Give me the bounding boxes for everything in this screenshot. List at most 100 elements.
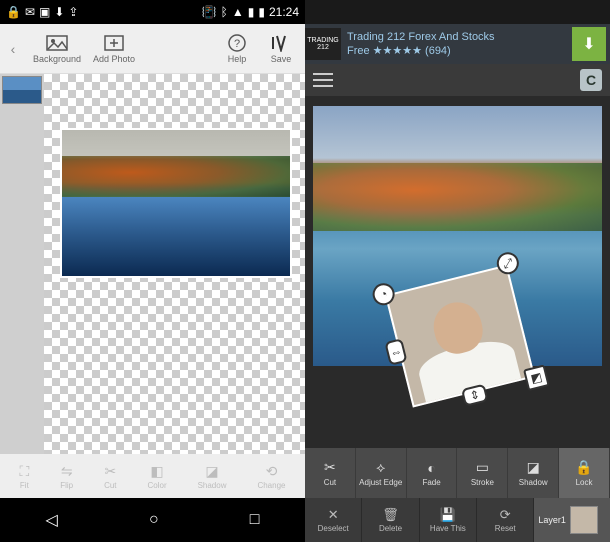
bt-icon: ᛒ [221,5,228,19]
change-button[interactable]: ⟲Change [257,463,285,490]
close-icon: ✕ [328,507,339,523]
save-button[interactable]: Save [261,34,301,64]
right-phone: TRADING 212 Trading 212 Forex And Stocks… [305,0,610,542]
shadow-button[interactable]: ◪Shadow [198,463,227,490]
ad-title: Trading 212 Forex And Stocks [347,30,572,44]
nav-back[interactable]: ◁ [46,510,58,530]
menu-button[interactable] [313,73,333,87]
layer-thumb [570,506,598,534]
shadow-label: Shadow [519,478,548,487]
change-icon: ⟲ [266,463,278,480]
nav-home[interactable]: ○ [149,511,159,529]
bottom-toolbar: ⛶Fit ⇋Flip ✂Cut ◧Color ◪Shadow ⟲Change [0,454,305,498]
cut-button[interactable]: ✂ Cut [305,448,356,498]
background-photo[interactable] [60,128,292,278]
background-button[interactable]: Background [28,34,86,64]
color-button[interactable]: ◧Color [147,463,166,490]
ad-logo-text: TRADING [307,37,339,44]
status-bar: 🔒 ✉ ▣ ⬇ ⇪ 📳 ᛒ ▲ ▮ ▮ 21:24 [0,0,305,24]
fade-icon: ◐ [427,460,435,476]
lock-icon: 🔒 [6,5,21,19]
ad-subtitle: Free ★★★★★ (694) [347,44,572,58]
cut-button[interactable]: ✂Cut [104,463,116,490]
nav-recent[interactable]: □ [250,511,260,529]
back-button[interactable]: ‹ [4,41,22,57]
vibrate-icon: 📳 [202,5,217,19]
lock-icon: 🔒 [575,459,592,476]
flip-icon: ⇋ [61,463,73,480]
adjust-icon: ⟡ [376,459,385,476]
top-toolbar: ‹ Background Add Photo ? Help Save [0,24,305,74]
scissors-icon: ✂ [104,463,116,480]
canvas-area[interactable]: ◔ ⤢ ⇔ ⇕ ◩ [305,96,610,448]
signal-icon: ▮ [248,5,255,19]
status-bar [305,0,610,24]
canvas-area[interactable] [0,74,305,454]
update-icon: ⇪ [68,5,78,19]
help-label: Help [228,54,247,64]
color-icon: ◧ [150,463,163,480]
fit-button[interactable]: ⛶Fit [19,463,29,490]
save-label: Save [271,54,292,64]
status-right-icons: 📳 ᛒ ▲ ▮ ▮ 21:24 [202,5,299,19]
layer-tab[interactable]: Layer1 [534,498,610,542]
flip-button[interactable]: ⇋Flip [60,463,73,490]
deselect-button[interactable]: ✕Deselect [305,498,362,542]
add-icon [103,34,125,52]
download-button[interactable]: ⬇ [572,27,606,61]
layer-thumbnail[interactable] [2,76,42,104]
flip-label: Flip [60,481,73,490]
battery-icon: ▮ [258,5,265,19]
status-left-icons: 🔒 ✉ ▣ ⬇ ⇪ [6,5,78,19]
shadow-button[interactable]: ◪ Shadow [508,448,559,498]
deselect-label: Deselect [318,524,349,533]
app-icon: ▣ [39,5,50,19]
reset-label: Reset [495,524,516,533]
reset-icon: ⟳ [500,507,511,523]
ad-logo: TRADING 212 [305,28,341,60]
text-icon [270,34,292,52]
fit-icon: ⛶ [19,463,29,480]
clock: 21:24 [269,5,299,19]
c-badge[interactable]: C [580,69,602,91]
stroke-button[interactable]: ▭ Stroke [457,448,508,498]
change-label: Change [257,481,285,490]
delete-button[interactable]: 🗑Delete [362,498,419,542]
image-icon [46,34,68,52]
stroke-icon: ▭ [476,459,489,476]
save-icon: 💾 [440,507,456,523]
adjust-edge-button[interactable]: ⟡Adjust Edge [356,448,407,498]
lock-button[interactable]: 🔒 Lock [559,448,610,498]
trash-icon: 🗑 [382,507,399,523]
cut-label: Cut [104,481,116,490]
android-navbar: ◁ ○ □ [0,498,305,542]
download-icon: ⬇ [54,5,64,19]
shadow-label: Shadow [198,481,227,490]
help-button[interactable]: ? Help [219,34,255,64]
svg-text:?: ? [234,38,240,50]
cut-label: Cut [324,478,336,487]
shadow-icon: ◪ [527,459,540,476]
tools-row-1: ✂Cut ⟡Adjust Edge ◐Fade ▭Stroke ◪Shadow … [305,448,610,498]
help-icon: ? [226,34,248,52]
crop-handle[interactable]: ◩ [523,364,550,391]
have-this-button[interactable]: 💾Have This [420,498,477,542]
add-photo-button[interactable]: Add Photo [86,34,142,64]
ad-logo-num: 212 [317,44,329,51]
lock-label: Lock [576,478,593,487]
left-phone: 🔒 ✉ ▣ ⬇ ⇪ 📳 ᛒ ▲ ▮ ▮ 21:24 ‹ Background [0,0,305,542]
scissors-icon: ✂ [324,459,336,476]
color-label: Color [147,481,166,490]
fit-label: Fit [20,481,29,490]
delete-label: Delete [379,524,402,533]
fade-button[interactable]: ◐Fade [407,448,458,498]
ad-text: Trading 212 Forex And Stocks Free ★★★★★ … [347,30,572,59]
mail-icon: ✉ [25,5,35,19]
reset-button[interactable]: ⟳Reset [477,498,534,542]
layer-label: Layer1 [538,515,566,525]
ad-banner[interactable]: TRADING 212 Trading 212 Forex And Stocks… [305,24,610,64]
stroke-label: Stroke [471,478,494,487]
layer-image[interactable] [385,264,535,407]
background-label: Background [33,54,81,64]
have-this-label: Have This [430,524,466,533]
